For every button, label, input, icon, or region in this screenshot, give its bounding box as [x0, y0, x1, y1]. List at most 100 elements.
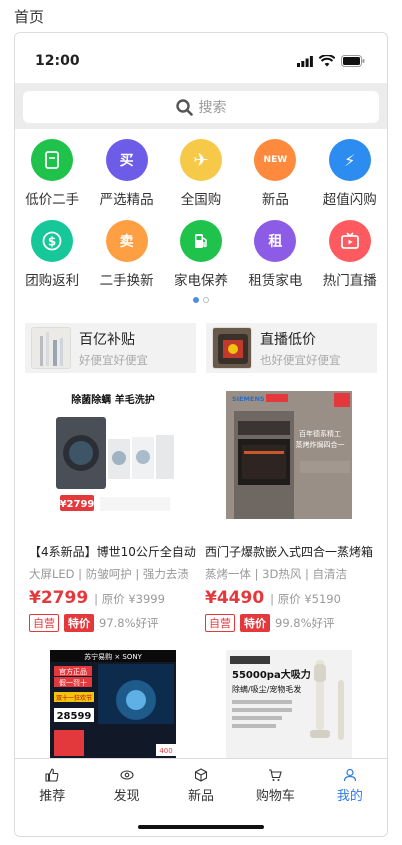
category-row-1: 低价二手 买 严选精品 ✈ 全国购 NEW 新品 ⚡ 超值闪购: [15, 139, 387, 208]
category-live[interactable]: 热门直播: [315, 220, 385, 289]
category-nationwide[interactable]: ✈ 全国购: [166, 139, 236, 208]
promo-subtitle: 好便宜好便宜: [79, 352, 148, 367]
product-card[interactable]: 55000pa大吸力 除螨/吸尘/宠物毛发: [201, 646, 377, 774]
category-label: 低价二手: [25, 192, 80, 208]
product-name: 西门子爆款嵌入式四合一蒸烤箱: [205, 545, 373, 559]
rating-text: 99.8%好评: [275, 616, 335, 630]
category-grid: 低价二手 买 严选精品 ✈ 全国购 NEW 新品 ⚡ 超值闪购 $ 团购返利 卖…: [15, 129, 387, 309]
category-label: 新品: [261, 192, 289, 208]
page-label: 首页: [14, 8, 45, 26]
svg-text:百年德系精工: 百年德系精工: [299, 429, 341, 438]
promo-title: 直播低价: [260, 331, 316, 348]
category-low-price-secondhand[interactable]: 低价二手: [17, 139, 87, 208]
category-label: 家电保养: [173, 273, 228, 289]
svg-text:官方正品: 官方正品: [59, 667, 87, 676]
page-dot-active: [193, 297, 199, 303]
promo-subsidy-card[interactable]: 百亿补贴 好便宜好便宜: [25, 323, 196, 373]
category-flash-sale[interactable]: ⚡ 超值闪购: [315, 139, 385, 208]
promo-image: [31, 327, 71, 369]
category-label: 严选精品: [99, 192, 154, 208]
plane-icon: ✈: [179, 139, 222, 181]
status-bar: 12:00: [15, 33, 387, 83]
tab-mine[interactable]: 我的: [313, 759, 387, 812]
tab-label: 推荐: [39, 788, 66, 804]
product-tags: 蒸烤一体 | 3D热风 | 自清洁: [205, 567, 348, 581]
promo-subtitle: 也好便宜好便宜: [260, 352, 341, 367]
category-label: 全国购: [180, 192, 222, 208]
category-label: 租赁家电: [248, 273, 303, 289]
search-icon: [175, 98, 193, 116]
image-top: 苏宁易购 × SONY: [84, 652, 143, 661]
category-label: 团购返利: [25, 273, 80, 289]
self-operated-badge: 自营: [29, 614, 59, 632]
dollar-icon: $: [31, 220, 74, 262]
category-selected-goods[interactable]: 买 严选精品: [92, 139, 162, 208]
buy-icon: 买: [105, 139, 148, 181]
sell-icon: 卖: [105, 220, 148, 262]
image-headline: 除菌除螨 羊毛洗护: [71, 393, 154, 406]
tab-label: 我的: [336, 788, 363, 804]
tab-new[interactable]: 新品: [164, 759, 238, 812]
tab-discover[interactable]: 发现: [89, 759, 163, 812]
product-card[interactable]: 除菌除螨 羊毛洗护 ¥2799 【4系新品】博世10公斤全自动 大屏LED | …: [25, 387, 201, 646]
special-price-badge: 特价: [240, 614, 270, 632]
tablet-icon: [31, 139, 74, 181]
user-icon: [343, 768, 356, 781]
rent-icon: 租: [254, 220, 297, 262]
svg-text:双十一狂欢节: 双十一狂欢节: [56, 694, 92, 702]
product-card[interactable]: SIEMENS 百年德系精工 蒸烤炸焗四合一 西门子爆款嵌入式四合一蒸烤箱 蒸烤…: [201, 387, 377, 646]
tv-icon: [328, 220, 371, 262]
battery-icon: [341, 55, 365, 67]
product-original-price: | 原价 ¥5190: [270, 592, 341, 606]
image-brand: SIEMENS: [232, 395, 265, 403]
thumbs-up-icon: [45, 767, 59, 782]
phone-frame: 12:00 搜索 低价二手 买 严选精品 ✈ 全国购 NEW 新品 ⚡ 超值闪购…: [14, 32, 388, 837]
category-rental[interactable]: 租 租赁家电: [240, 220, 310, 289]
category-label: 二手换新: [99, 273, 154, 289]
fuel-icon: [179, 220, 222, 262]
bolt-icon: ⚡: [328, 139, 371, 181]
tab-label: 购物车: [255, 788, 295, 804]
rating-text: 97.8%好评: [99, 616, 159, 630]
category-appliance-care[interactable]: 家电保养: [166, 220, 236, 289]
image-price: ¥2799: [60, 499, 95, 510]
svg-text:假一罚十: 假一罚十: [59, 678, 87, 687]
cube-icon: [194, 767, 208, 782]
category-group-rebate[interactable]: $ 团购返利: [17, 220, 87, 289]
bottom-tab-bar: 推荐 发现 新品 购物车 我的: [15, 758, 387, 812]
category-new[interactable]: NEW 新品: [240, 139, 310, 208]
promo-live-card[interactable]: 直播低价 也好便宜好便宜: [206, 323, 377, 373]
home-indicator[interactable]: [138, 825, 264, 829]
promo-image: [212, 327, 252, 369]
promo-section: 百亿补贴 好便宜好便宜 直播低价 也好便宜好便宜: [15, 309, 387, 381]
category-label: 超值闪购: [322, 192, 377, 208]
product-price: ¥4490: [205, 588, 265, 608]
product-image-oven: SIEMENS 百年德系精工 蒸烤炸焗四合一: [226, 391, 352, 519]
search-placeholder: 搜索: [198, 100, 227, 116]
search-bar: 搜索: [15, 83, 387, 129]
tab-label: 发现: [113, 788, 140, 804]
self-operated-badge: 自营: [205, 614, 235, 632]
page-indicator[interactable]: [15, 297, 387, 303]
product-name: 【4系新品】博世10公斤全自动: [29, 545, 196, 559]
tab-cart[interactable]: 购物车: [238, 759, 312, 812]
category-label: 热门直播: [322, 273, 377, 289]
wifi-icon: [319, 55, 335, 67]
new-icon: NEW: [254, 139, 297, 181]
svg-text:蒸烤炸焗四合一: 蒸烤炸焗四合一: [296, 440, 345, 449]
category-trade-in[interactable]: 卖 二手换新: [92, 220, 162, 289]
svg-text:400: 400: [159, 747, 172, 755]
tab-recommend[interactable]: 推荐: [15, 759, 89, 812]
svg-text:28599: 28599: [57, 711, 92, 722]
promo-title: 百亿补贴: [79, 331, 135, 348]
product-image-vacuum: 55000pa大吸力 除螨/吸尘/宠物毛发: [226, 650, 352, 760]
svg-text:除螨/吸尘/宠物毛发: 除螨/吸尘/宠物毛发: [232, 684, 301, 694]
search-input[interactable]: 搜索: [23, 91, 379, 123]
category-row-2: $ 团购返利 卖 二手换新 家电保养 租 租赁家电 热门直播: [15, 220, 387, 289]
product-original-price: | 原价 ¥3999: [94, 592, 165, 606]
product-card[interactable]: 苏宁易购 × SONY 官方正品 假一罚十 双十一狂欢节 28599 400: [25, 646, 201, 774]
product-image-washer: 除菌除螨 羊毛洗护 ¥2799: [50, 391, 176, 519]
product-grid: 除菌除螨 羊毛洗护 ¥2799 【4系新品】博世10公斤全自动 大屏LED | …: [15, 381, 387, 774]
eye-icon: [120, 769, 134, 780]
system-icons: [297, 55, 365, 67]
